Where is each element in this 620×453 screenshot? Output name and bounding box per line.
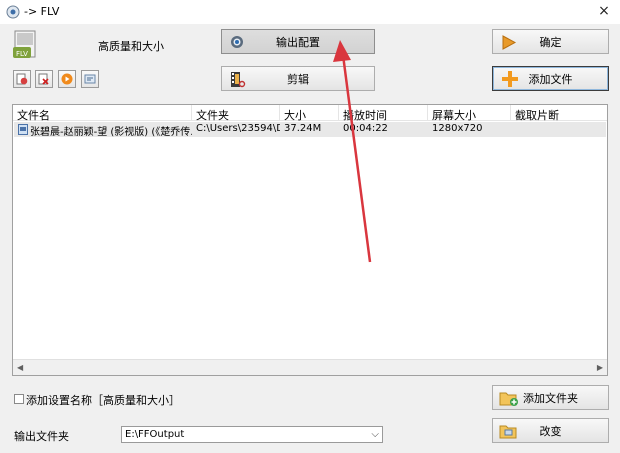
output-folder-dropdown[interactable]: E:\FFOutput ⌵ [121, 426, 383, 443]
cell-screen-size: 1280x720 [432, 123, 483, 134]
output-folder-value: E:\FFOutput [125, 429, 185, 440]
video-file-icon [18, 124, 28, 135]
add-setting-name-checkbox[interactable] [14, 394, 24, 404]
app-icon [6, 5, 20, 19]
cell-duration: 00:04:22 [343, 123, 388, 134]
cell-filename: 张碧晨-赵丽颖-望 (影视版) (《楚乔传... [30, 127, 192, 138]
list-header: 文件名 文件夹 大小 播放时间 屏幕大小 截取片断 [13, 105, 607, 122]
horizontal-scrollbar[interactable]: ◀ ▶ [13, 359, 607, 375]
file-list[interactable]: 文件名 文件夹 大小 播放时间 屏幕大小 截取片断 张碧晨-赵丽颖-望 (影视版… [12, 104, 608, 376]
change-button[interactable]: 改变 [492, 418, 609, 443]
add-folder-button[interactable]: 添加文件夹 [492, 385, 609, 410]
change-label: 改变 [539, 424, 562, 438]
scroll-right-icon[interactable]: ▶ [597, 363, 603, 372]
clip-button[interactable]: 剪辑 [221, 66, 375, 91]
clear-list-icon [38, 73, 49, 85]
add-setting-name-label: 添加设置名称［高质量和大小］ [26, 394, 180, 407]
ok-button[interactable]: 确定 [492, 29, 609, 54]
title-bar: -> FLV × [0, 0, 620, 24]
svg-text:FLV: FLV [16, 50, 28, 58]
add-file-label: 添加文件 [528, 72, 573, 86]
flv-format-icon: FLV [13, 30, 36, 58]
cell-size: 37.24M [284, 123, 322, 134]
chevron-down-icon[interactable]: ⌵ [371, 429, 379, 440]
media-info-icon [84, 74, 96, 84]
column-header-filename[interactable]: 文件名 [13, 107, 50, 122]
output-config-label: 输出配置 [276, 35, 320, 49]
table-row[interactable]: 张碧晨-赵丽颖-望 (影视版) (《楚乔传... C:\Users\23594\… [14, 122, 606, 138]
profile-label: 高质量和大小 [98, 40, 164, 53]
column-header-duration[interactable]: 播放时间 [339, 107, 387, 122]
output-folder-label: 输出文件夹 [14, 430, 69, 443]
add-file-button[interactable]: 添加文件 [492, 66, 609, 91]
remove-file-icon [16, 73, 28, 85]
column-header-size[interactable]: 大小 [280, 107, 306, 122]
column-header-clip[interactable]: 截取片断 [511, 107, 559, 122]
ok-label: 确定 [539, 35, 562, 49]
close-button[interactable]: × [596, 3, 612, 19]
clip-label: 剪辑 [287, 72, 309, 86]
scroll-left-icon[interactable]: ◀ [17, 363, 23, 372]
column-header-screen-size[interactable]: 屏幕大小 [428, 107, 476, 122]
window-title: -> FLV [24, 5, 60, 18]
add-folder-label: 添加文件夹 [523, 391, 578, 405]
remove-file-button[interactable] [13, 70, 31, 88]
play-icon [61, 73, 73, 85]
column-header-folder[interactable]: 文件夹 [192, 107, 229, 122]
cell-folder: C:\Users\23594\De... [196, 123, 280, 134]
media-info-button[interactable] [81, 70, 99, 88]
clear-list-button[interactable] [35, 70, 53, 88]
output-config-button[interactable]: 输出配置 [221, 29, 375, 54]
play-button[interactable] [58, 70, 76, 88]
